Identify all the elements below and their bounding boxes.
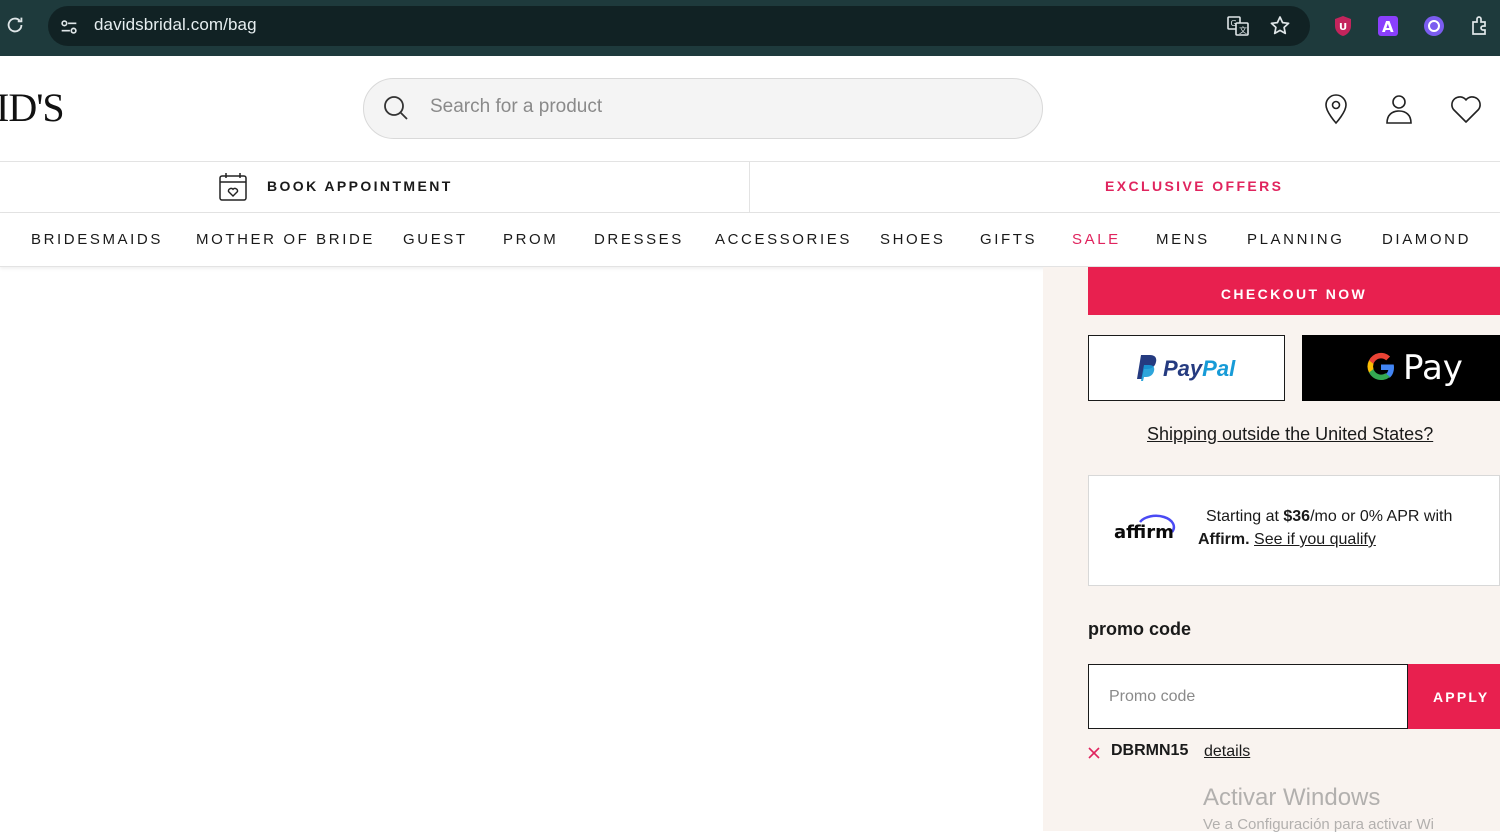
affirm-brand: Affirm. — [1198, 531, 1250, 548]
applied-promo-code: DBRMN15 — [1111, 742, 1189, 759]
nav-item-guest[interactable]: GUEST — [403, 231, 468, 248]
brand-logo[interactable]: ID'S — [0, 84, 65, 131]
affirm-rate-text: Starting at $36/mo or 0% APR with — [1206, 508, 1452, 526]
nav-item-sale[interactable]: SALE — [1072, 231, 1121, 248]
location-icon[interactable] — [1319, 92, 1353, 126]
nav-item-diamond[interactable]: DIAMOND — [1382, 231, 1471, 248]
promo-details-link[interactable]: details — [1204, 743, 1250, 761]
google-g-icon — [1367, 352, 1394, 380]
affirm-suffix: /mo or 0% APR with — [1310, 508, 1453, 525]
promo-code-input[interactable] — [1088, 664, 1408, 729]
svg-text:文: 文 — [1239, 25, 1247, 35]
account-icon[interactable] — [1382, 92, 1416, 126]
nav-item-accessories[interactable]: ACCESSORIES — [715, 231, 852, 248]
nav-item-shoes[interactable]: SHOES — [880, 231, 946, 248]
affirm-amount: $36 — [1283, 508, 1311, 525]
extensions-puzzle-icon[interactable] — [1468, 14, 1492, 38]
translate-icon[interactable]: G文 — [1226, 14, 1250, 38]
apply-promo-button[interactable]: APPLY — [1408, 664, 1500, 729]
google-pay-label: Pay — [1403, 348, 1463, 388]
utility-divider — [749, 161, 750, 213]
svg-text:affirm: affirm — [1114, 522, 1174, 542]
affirm-logo-icon: affirm — [1114, 514, 1176, 542]
affirm-qualify-text: Affirm. See if you qualify — [1198, 531, 1376, 549]
windows-watermark-subtitle: Ve a Configuración para activar Wi — [1203, 816, 1434, 833]
nav-item-prom[interactable]: PROM — [503, 231, 558, 248]
svg-text:A: A — [1382, 18, 1394, 36]
paypal-logo-icon — [1137, 355, 1157, 381]
remove-promo-close-icon[interactable] — [1087, 746, 1101, 760]
nav-item-mens[interactable]: MENS — [1156, 231, 1210, 248]
extension-a-icon[interactable]: A — [1376, 14, 1400, 38]
site-info-icon[interactable] — [58, 16, 80, 38]
affirm-prefix: Starting at — [1206, 508, 1284, 525]
nav-item-planning[interactable]: PLANNING — [1247, 231, 1345, 248]
url-text[interactable]: davidsbridal.com/bag — [94, 15, 257, 35]
windows-watermark-title: Activar Windows — [1203, 784, 1381, 811]
shipping-outside-us-link[interactable]: Shipping outside the United States? — [1147, 424, 1433, 445]
paypal-pal-text: Pal — [1202, 356, 1236, 381]
checkout-now-button[interactable]: CHECKOUT NOW — [1088, 267, 1500, 315]
promo-code-heading: promo code — [1088, 619, 1192, 639]
search-input[interactable] — [430, 92, 1010, 122]
exclusive-offers-link[interactable]: EXCLUSIVE OFFERS — [1105, 178, 1283, 194]
svg-text:U: U — [1339, 22, 1347, 33]
paypal-pay-text: Pay — [1163, 356, 1203, 381]
paypal-button[interactable]: PayPal — [1088, 335, 1285, 401]
book-appointment-link[interactable]: BOOK APPOINTMENT — [267, 178, 453, 194]
nav-item-mother-of-bride[interactable]: MOTHER OF BRIDE — [196, 231, 375, 248]
search-icon[interactable] — [382, 94, 410, 122]
affirm-qualify-link[interactable]: See if you qualify — [1254, 531, 1376, 548]
nav-item-gifts[interactable]: GIFTS — [980, 231, 1037, 248]
calendar-heart-icon[interactable] — [217, 171, 249, 203]
bookmark-star-icon[interactable] — [1268, 14, 1292, 38]
svg-text:G: G — [1231, 19, 1237, 28]
paypal-wordmark: PayPal — [1163, 356, 1235, 382]
wishlist-heart-icon[interactable] — [1449, 92, 1483, 126]
google-pay-button[interactable]: Pay — [1302, 335, 1500, 401]
ublock-icon[interactable]: U — [1331, 14, 1355, 38]
nav-item-bridesmaids[interactable]: BRIDESMAIDS — [31, 231, 163, 248]
reload-icon[interactable] — [4, 14, 26, 36]
extension-purple-icon[interactable] — [1422, 14, 1446, 38]
nav-item-dresses[interactable]: DRESSES — [594, 231, 684, 248]
